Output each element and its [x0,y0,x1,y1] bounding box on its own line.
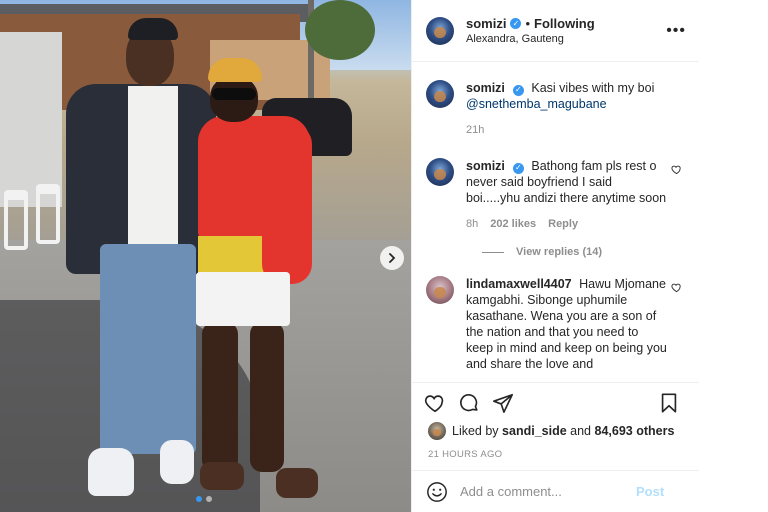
replies-divider [482,251,504,253]
person-right-foot [276,468,318,498]
author-username[interactable]: somizi [466,16,506,31]
verified-icon: ✓ [510,18,522,29]
share-button[interactable] [492,392,514,414]
liker-username[interactable]: sandi_side [502,424,567,438]
post-location[interactable]: Alexandra, Gauteng [466,33,666,45]
likes-middle: and [570,424,592,438]
comments-list[interactable]: somizi ✓ Kasi vibes with my boi @snethemb… [412,62,700,378]
avatar[interactable] [426,276,454,304]
verified-icon: ✓ [512,84,524,96]
emoji-button[interactable] [426,481,448,503]
post-button[interactable]: Post [636,484,664,499]
reply-button[interactable]: Reply [548,216,578,232]
carousel-next-button[interactable] [380,246,404,270]
photo-tree [305,0,375,60]
carousel-indicator [196,496,212,502]
likes-count[interactable]: 84,693 others [595,424,675,438]
comment-icon [460,393,478,411]
comment-item: somizi ✓ Bathong fam pls rest o never sai… [426,158,686,232]
comment-likes[interactable]: 202 likes [490,216,536,232]
comment-time[interactable]: 21h [466,122,484,138]
comment-text: Hawu Mjomane kamgabhi. Sibonge uphumile … [466,277,667,371]
comment-time[interactable]: 8h [466,216,478,232]
separator-dot: • [525,16,531,31]
person-right-leg [202,322,238,472]
person-right-arm [262,124,312,284]
emoji-icon [427,481,447,502]
avatar[interactable] [426,80,454,108]
post-actions [412,382,700,422]
heart-icon[interactable] [671,282,682,293]
avatar[interactable] [426,158,454,186]
person-right-shorts [196,272,290,326]
share-icon [493,393,513,413]
comment-username[interactable]: somizi [466,159,505,173]
photo-chair [4,190,28,250]
comment-button[interactable] [458,392,480,414]
post-sidebar: somizi ✓ • Following Alexandra, Gauteng … [411,0,700,512]
add-comment-bar: Post [412,470,700,512]
post-timestamp[interactable]: 21 HOURS AGO [428,449,502,460]
mention-link[interactable]: @snethemba_magubane [466,97,607,111]
photo-chair [36,184,60,244]
post-photo[interactable] [0,0,411,512]
likes-prefix: Liked by [452,424,499,438]
person-right-hat [208,58,262,82]
person-left-jeans [100,244,196,454]
carousel-dot [196,496,202,502]
person-left-shoe [160,440,194,484]
person-left-shoe [88,448,134,496]
carousel-dot [206,496,212,502]
heart-icon [424,394,444,412]
avatar[interactable] [426,16,454,45]
heart-icon[interactable] [671,164,682,175]
comment-input[interactable] [460,484,636,499]
likes-summary[interactable]: Liked by sandi_side and 84,693 others [428,422,674,440]
comment-username[interactable]: somizi [466,81,505,95]
following-button[interactable]: Following [534,16,595,31]
person-right-top-band [198,236,270,274]
save-button[interactable] [658,392,680,414]
person-right-leg [250,322,284,472]
person-left-shirt [128,86,178,246]
person-right-sunglasses [212,88,256,100]
person-left-cap [128,18,178,40]
view-replies-button[interactable]: View replies (14) [482,246,686,258]
page-margin [699,0,768,512]
more-options-icon[interactable]: ••• [666,22,686,40]
post-header: somizi ✓ • Following Alexandra, Gauteng … [412,0,700,62]
photo-tent [0,32,62,207]
comment-item: lindamaxwell4407 Hawu Mjomane kamgabhi. … [426,276,686,372]
avatar [428,422,446,440]
verified-icon: ✓ [512,162,524,174]
caption: somizi ✓ Kasi vibes with my boi @snethemb… [426,80,686,138]
like-button[interactable] [424,392,446,414]
comment-username[interactable]: lindamaxwell4407 [466,277,572,291]
chevron-right-icon [389,253,396,263]
view-replies-label: View replies (14) [516,246,603,258]
comment-text: Kasi vibes with my boi [531,81,655,95]
person-right-foot [200,462,244,490]
bookmark-icon [661,392,677,413]
